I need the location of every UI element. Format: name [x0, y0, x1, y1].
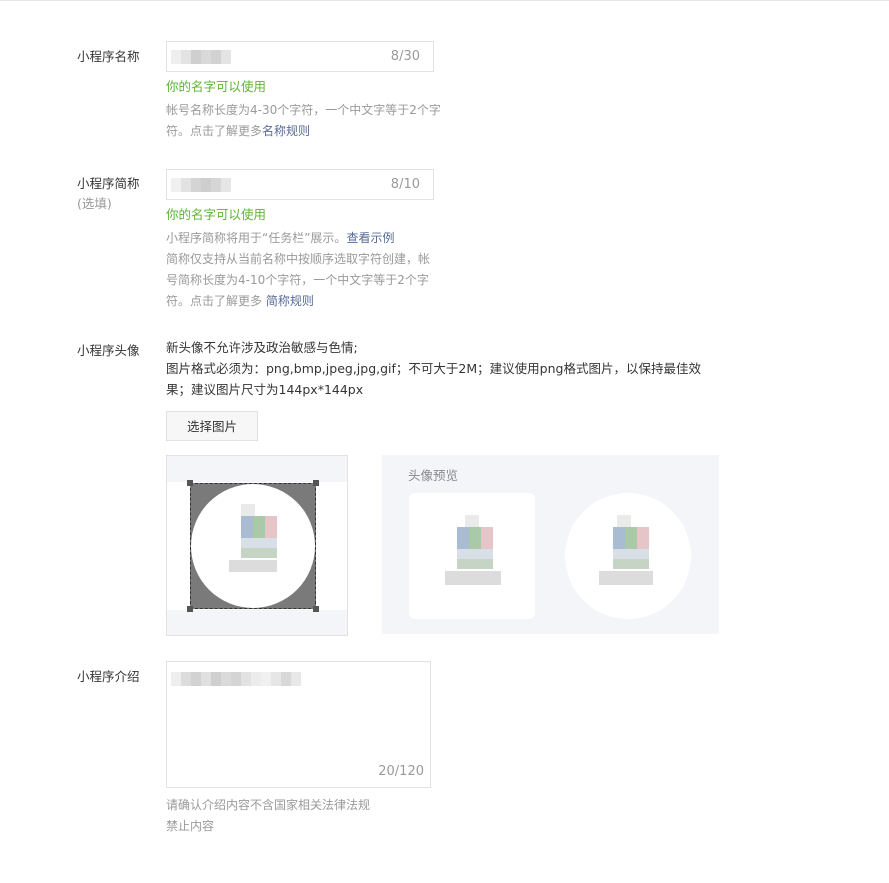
- name-label: 小程序名称: [77, 49, 140, 64]
- name-rules-link[interactable]: 名称规则: [262, 124, 310, 138]
- crop-handle-bottom-left[interactable]: [187, 606, 193, 612]
- short-name-label: 小程序简称: [77, 176, 140, 191]
- round-avatar-preview: [565, 493, 691, 619]
- intro-hint-line2: 禁止内容: [166, 819, 215, 833]
- round-preview-image-blurred: [599, 515, 655, 587]
- intro-hint-line1: 请确认介绍内容不含国家相关法律法规: [166, 798, 371, 812]
- name-input-value-blurred: [171, 50, 231, 64]
- select-image-button[interactable]: 选择图片: [166, 411, 258, 441]
- short-name-hint: 小程序简称将用于“任务栏”展示。查看示例 简称仅支持从当前名称中按顺序选取字符创建…: [166, 228, 441, 312]
- square-avatar-preview: [409, 493, 535, 619]
- name-hint: 帐号名称长度为4-30个字符，一个中文字等于2个字符。点击了解更多名称规则: [166, 100, 441, 142]
- short-name-input-value-blurred: [171, 178, 231, 192]
- crop-selection-box[interactable]: [187, 480, 319, 612]
- avatar-preview-area: 头像预览: [382, 455, 719, 634]
- short-name-label-group: 小程序简称 (选填): [77, 174, 140, 214]
- optional-sublabel: (选填): [77, 196, 112, 211]
- avatar-label: 小程序头像: [77, 343, 140, 358]
- short-name-input[interactable]: 8/10: [166, 169, 434, 200]
- avatar-desc-line2: 图片格式必须为：png,bmp,jpeg,jpg,gif；不可大于2M；建议使用…: [166, 361, 701, 397]
- name-ok-tip: 你的名字可以使用: [166, 79, 267, 94]
- crop-handle-top-right[interactable]: [313, 480, 319, 486]
- avatar-image-blurred: [229, 504, 279, 576]
- intro-char-counter: 20/120: [378, 764, 424, 779]
- intro-textarea[interactable]: 20/120: [166, 661, 431, 788]
- short-name-rules-link[interactable]: 简称规则: [266, 294, 314, 308]
- intro-label: 小程序介绍: [77, 669, 140, 684]
- square-preview-image-blurred: [445, 515, 503, 587]
- name-char-counter: 8/30: [390, 49, 420, 64]
- view-example-link[interactable]: 查看示例: [346, 231, 394, 245]
- avatar-description: 新头像不允许涉及政治敏感与色情; 图片格式必须为：png,bmp,jpeg,jp…: [166, 337, 711, 400]
- top-divider: [0, 0, 889, 1]
- crop-handle-bottom-right[interactable]: [313, 606, 319, 612]
- settings-page: 小程序名称 8/30 你的名字可以使用 帐号名称长度为4-30个字符，一个中文字…: [0, 0, 889, 883]
- name-input[interactable]: 8/30: [166, 41, 434, 72]
- preview-title: 头像预览: [408, 468, 459, 483]
- short-name-ok-tip: 你的名字可以使用: [166, 207, 267, 222]
- intro-hint: 请确认介绍内容不含国家相关法律法规 禁止内容: [166, 795, 370, 837]
- avatar-desc-line1: 新头像不允许涉及政治敏感与色情;: [166, 340, 358, 355]
- short-name-hint-line1: 小程序简称将用于“任务栏”展示。: [166, 231, 347, 245]
- avatar-crop-area[interactable]: [166, 455, 348, 636]
- intro-value-blurred: [171, 672, 301, 686]
- crop-handle-top-left[interactable]: [187, 480, 193, 486]
- short-name-char-counter: 8/10: [390, 177, 420, 192]
